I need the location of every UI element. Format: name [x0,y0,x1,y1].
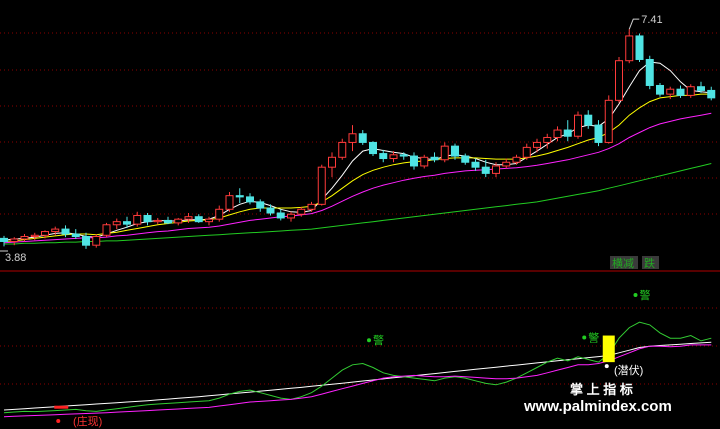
candle-body-down [143,214,152,223]
signal-bar [602,335,615,363]
candle-body-down [594,124,603,143]
candle-body-down [451,145,459,157]
candle-body-up [553,129,562,138]
candle-body-down [430,156,439,161]
candle-body-down [369,141,377,155]
candle-body-up [543,136,552,143]
lurking-dot [604,364,609,369]
candle-body-up [502,161,511,167]
warn-label: 警 [373,333,384,347]
stock-chart-window: 警警警 7.41 3.88 横减 跌 (庄现) (潜伏) 掌 上 指 标 www… [0,0,720,429]
candle-body-up [574,114,582,137]
candle-body-down [123,221,131,225]
badge-fall-label: 跌 [644,256,655,270]
candle-body-up [30,234,39,238]
candle-body-down [676,88,685,96]
warn-dot [367,338,371,343]
candle-body-down [276,212,285,219]
candle-body-down [266,207,275,214]
candle-body-up [153,219,162,223]
warn-dot [633,292,638,297]
watermark-cn: 掌 上 指 标 [570,382,633,397]
candle-body-up [389,154,398,160]
candle-body-down [379,153,388,160]
candle-body-up [287,213,295,219]
accumulation-dot [56,419,61,423]
candle-body-up [174,218,183,224]
candle-body-up [297,208,306,215]
candle-body-down [635,35,644,60]
candle-body-down [256,201,265,209]
lurking-tag: (潜伏) [614,363,643,377]
candle-body-up [10,238,19,242]
candle-body-up [51,228,60,233]
candle-body-up [533,141,541,148]
candle-body-up [420,156,429,167]
candle-body-down [697,86,705,91]
candle-body-down [656,84,664,95]
candle-body-down [645,58,654,86]
candle-body-down [707,89,716,99]
candle-body-down [82,236,90,246]
accumulation-tag: (庄现) [73,414,102,428]
candle-body-up [686,86,695,96]
candle-body-up [225,195,234,210]
candle-body-up [20,236,29,240]
candle-body-down [584,114,593,126]
candle-body-up [666,88,675,95]
badge-trend-label: 横减 [612,256,634,270]
warn-dot [582,335,587,340]
candle-body-up [522,146,531,158]
candle-body-up [512,156,521,163]
candle-body-up [205,218,213,223]
candle-body-up [615,60,623,101]
candle-body-down [358,133,367,143]
candle-body-up [133,214,142,225]
candle-body-down [246,196,254,203]
candle-body-down [461,155,470,163]
candle-body-up [102,224,111,236]
candle-body-down [61,228,70,235]
candle-body-up [41,231,49,236]
warn-label: 警 [640,288,651,302]
low-price-label: 3.88 [5,252,26,264]
candle-body-up [348,133,357,143]
candle-body-down [71,233,80,238]
warn-label: 警 [588,331,599,345]
candle-body-up [338,141,347,158]
candle-body-down [235,195,244,198]
candle-body-down [471,161,480,168]
candle-body-up [625,35,634,62]
candle-body-down [399,154,408,157]
candle-body-down [563,129,572,137]
candle-body-down [481,166,490,174]
accumulation-marker [54,405,69,409]
candle-body-down [0,237,8,242]
candle-body-up [215,208,224,220]
candle-body-up [307,203,316,210]
candle-body-up [112,221,121,226]
candle-body-up [440,145,449,161]
candle-body-down [164,219,172,224]
candle-body-up [492,165,500,174]
watermark-url: www.palmindex.com [523,398,672,415]
candle-body-up [92,236,101,246]
candle-body-up [328,156,336,168]
high-price-label: 7.41 [641,14,662,26]
candle-body-up [184,216,193,220]
candle-body-up [604,99,613,143]
candle-body-down [410,155,418,167]
candle-body-up [317,166,326,205]
candle-body-down [194,216,203,223]
stock-chart: 警警警 7.41 3.88 横减 跌 (庄现) (潜伏) 掌 上 指 标 www… [0,0,720,429]
